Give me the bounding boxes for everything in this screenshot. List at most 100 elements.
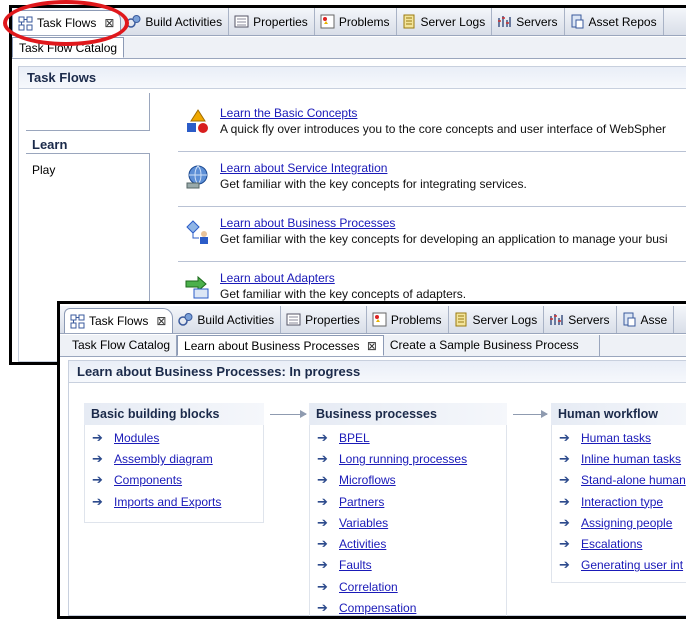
- subtab-bar: Task Flow Catalog: [12, 37, 686, 59]
- link-compensation[interactable]: Compensation: [339, 601, 416, 615]
- link-bpel[interactable]: BPEL: [339, 431, 370, 445]
- close-icon[interactable]: ⊠: [367, 339, 377, 353]
- problems-icon: [320, 14, 335, 29]
- tab-server-logs[interactable]: Server Logs: [449, 306, 545, 333]
- link-escalations[interactable]: Escalations: [581, 537, 642, 551]
- subtab-create-sample[interactable]: Create a Sample Business Process: [384, 335, 600, 356]
- tab-label: Task Flows: [89, 314, 149, 328]
- link-inline-human-tasks[interactable]: Inline human tasks: [581, 452, 681, 466]
- tab-build-activities[interactable]: Build Activities: [173, 306, 282, 333]
- adapters-icon: [184, 273, 212, 301]
- arrow-right-icon: ➔: [559, 514, 570, 530]
- link-assigning-people[interactable]: Assigning people: [581, 516, 672, 530]
- subtab-label: Learn about Business Processes: [184, 339, 360, 353]
- tab-label: Build Activities: [145, 14, 223, 29]
- column-title: Basic building blocks: [84, 403, 264, 425]
- column-business-processes: Business processes ➔ BPEL ➔ Long running p…: [309, 403, 507, 616]
- tab-label: Build Activities: [197, 312, 275, 327]
- arrow-right-icon: ➔: [92, 472, 103, 488]
- link-long-running-processes[interactable]: Long running processes: [339, 452, 467, 466]
- link-learn-business-processes[interactable]: Learn about Business Processes: [220, 216, 686, 230]
- list-item: ➔ Imports and Exports: [92, 491, 264, 512]
- arrow-right-icon: ➔: [92, 493, 103, 509]
- tab-properties[interactable]: Properties: [281, 306, 367, 333]
- flow-description: Get familiar with the key concepts for i…: [220, 177, 527, 191]
- link-interaction-type[interactable]: Interaction type: [581, 495, 663, 509]
- tab-problems[interactable]: Problems: [367, 306, 449, 333]
- link-learn-service-integration[interactable]: Learn about Service Integration: [220, 161, 686, 175]
- asset-repository-icon: [570, 14, 585, 29]
- arrow-right-icon: ➔: [317, 600, 328, 616]
- tab-servers[interactable]: Servers: [492, 8, 565, 35]
- arrow-right-icon: ➔: [317, 450, 328, 466]
- flow-service-integration: Learn about Service Integration Get fami…: [220, 161, 686, 191]
- tab-build-activities[interactable]: Build Activities: [121, 8, 230, 35]
- link-modules[interactable]: Modules: [114, 431, 159, 445]
- flow-connector: [513, 410, 548, 418]
- tab-asset-repository[interactable]: Asse: [617, 306, 675, 333]
- arrow-right-icon: ➔: [559, 536, 570, 552]
- panel-title: Task Flows: [19, 67, 686, 89]
- link-variables[interactable]: Variables: [339, 516, 388, 530]
- list-item: ➔ Escalations: [559, 533, 686, 554]
- service-integration-icon: [184, 163, 212, 191]
- arrow-right-icon: ➔: [92, 450, 103, 466]
- link-assembly-diagram[interactable]: Assembly diagram: [114, 452, 213, 466]
- asset-repository-icon: [622, 312, 637, 327]
- flow-description: Get familiar with the key concepts for d…: [220, 232, 668, 246]
- link-learn-adapters[interactable]: Learn about Adapters: [220, 271, 686, 285]
- column-title: Business processes: [309, 403, 507, 425]
- nav-item-learn[interactable]: Learn: [32, 137, 67, 152]
- properties-icon: [234, 14, 249, 29]
- arrow-right-icon: ➔: [317, 493, 328, 509]
- link-activities[interactable]: Activities: [339, 537, 386, 551]
- link-correlation[interactable]: Correlation: [339, 580, 398, 594]
- column-human-workflow: Human workflow ➔ Human tasks ➔ Inline huma…: [551, 403, 686, 576]
- servers-icon: [497, 14, 512, 29]
- tab-problems[interactable]: Problems: [315, 8, 397, 35]
- view-tab-bar: Task Flows ⊠ Build Activities Properties…: [60, 306, 686, 334]
- list-item: ➔ Inline human tasks: [559, 448, 686, 469]
- tab-label: Properties: [253, 14, 308, 29]
- tab-server-logs[interactable]: Server Logs: [397, 8, 493, 35]
- list-item: ➔ Interaction type: [559, 491, 686, 512]
- tab-task-flows[interactable]: Task Flows ⊠: [64, 308, 174, 333]
- tab-label: Servers: [516, 14, 558, 29]
- properties-icon: [286, 312, 301, 327]
- tab-label: Server Logs: [472, 312, 538, 327]
- arrow-right-icon: ➔: [559, 557, 570, 573]
- link-components[interactable]: Components: [114, 473, 182, 487]
- subtab-learn-business-processes[interactable]: Learn about Business Processes ⊠: [177, 335, 384, 356]
- list-item: ➔ Long running processes: [317, 448, 507, 469]
- list-item: ➔ Components: [92, 470, 264, 491]
- list-item: ➔ Microflows: [317, 470, 507, 491]
- link-imports-exports[interactable]: Imports and Exports: [114, 495, 221, 509]
- list-item: ➔ Generating user int: [559, 555, 686, 576]
- nav-divider: [26, 153, 150, 154]
- arrow-right-icon: ➔: [317, 536, 328, 552]
- tab-servers[interactable]: Servers: [544, 306, 617, 333]
- arrow-right-icon: ➔: [317, 557, 328, 573]
- link-generating-user-interfaces[interactable]: Generating user int: [581, 558, 683, 572]
- nav-item-play[interactable]: Play: [32, 163, 55, 177]
- server-logs-icon: [454, 312, 469, 327]
- tab-label: Server Logs: [420, 14, 486, 29]
- link-stand-alone-human[interactable]: Stand-alone human: [581, 473, 686, 487]
- list-item: ➔ BPEL: [317, 427, 507, 448]
- link-faults[interactable]: Faults: [339, 558, 372, 572]
- link-partners[interactable]: Partners: [339, 495, 384, 509]
- tab-asset-repository[interactable]: Asset Repos: [565, 8, 664, 35]
- list-item: ➔ Partners: [317, 491, 507, 512]
- link-learn-basic-concepts[interactable]: Learn the Basic Concepts: [220, 106, 686, 120]
- highlight-ellipse: [3, 0, 129, 46]
- subtab-task-flow-catalog[interactable]: Task Flow Catalog: [66, 335, 178, 356]
- flow-description: Get familiar with the key concepts of ad…: [220, 287, 467, 301]
- basic-concepts-icon: [184, 108, 212, 136]
- close-icon[interactable]: ⊠: [156, 314, 166, 328]
- link-microflows[interactable]: Microflows: [339, 473, 396, 487]
- divider: [178, 261, 686, 262]
- subtab-label: Create a Sample Business Process: [389, 338, 579, 352]
- arrow-right-icon: ➔: [92, 429, 103, 445]
- tab-properties[interactable]: Properties: [229, 8, 315, 35]
- link-human-tasks[interactable]: Human tasks: [581, 431, 651, 445]
